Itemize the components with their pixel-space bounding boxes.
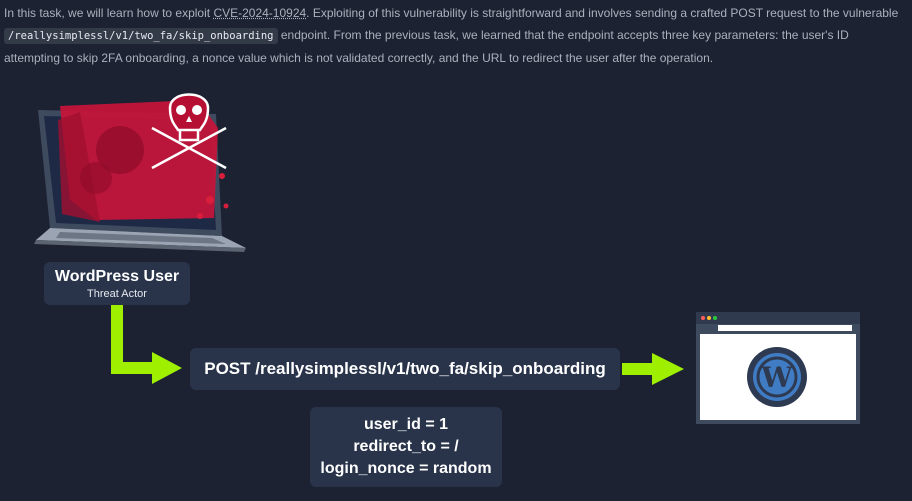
wordpress-logo: W bbox=[747, 347, 807, 407]
browser-wordpress-icon: W bbox=[696, 312, 860, 424]
svg-text:W: W bbox=[760, 361, 793, 394]
